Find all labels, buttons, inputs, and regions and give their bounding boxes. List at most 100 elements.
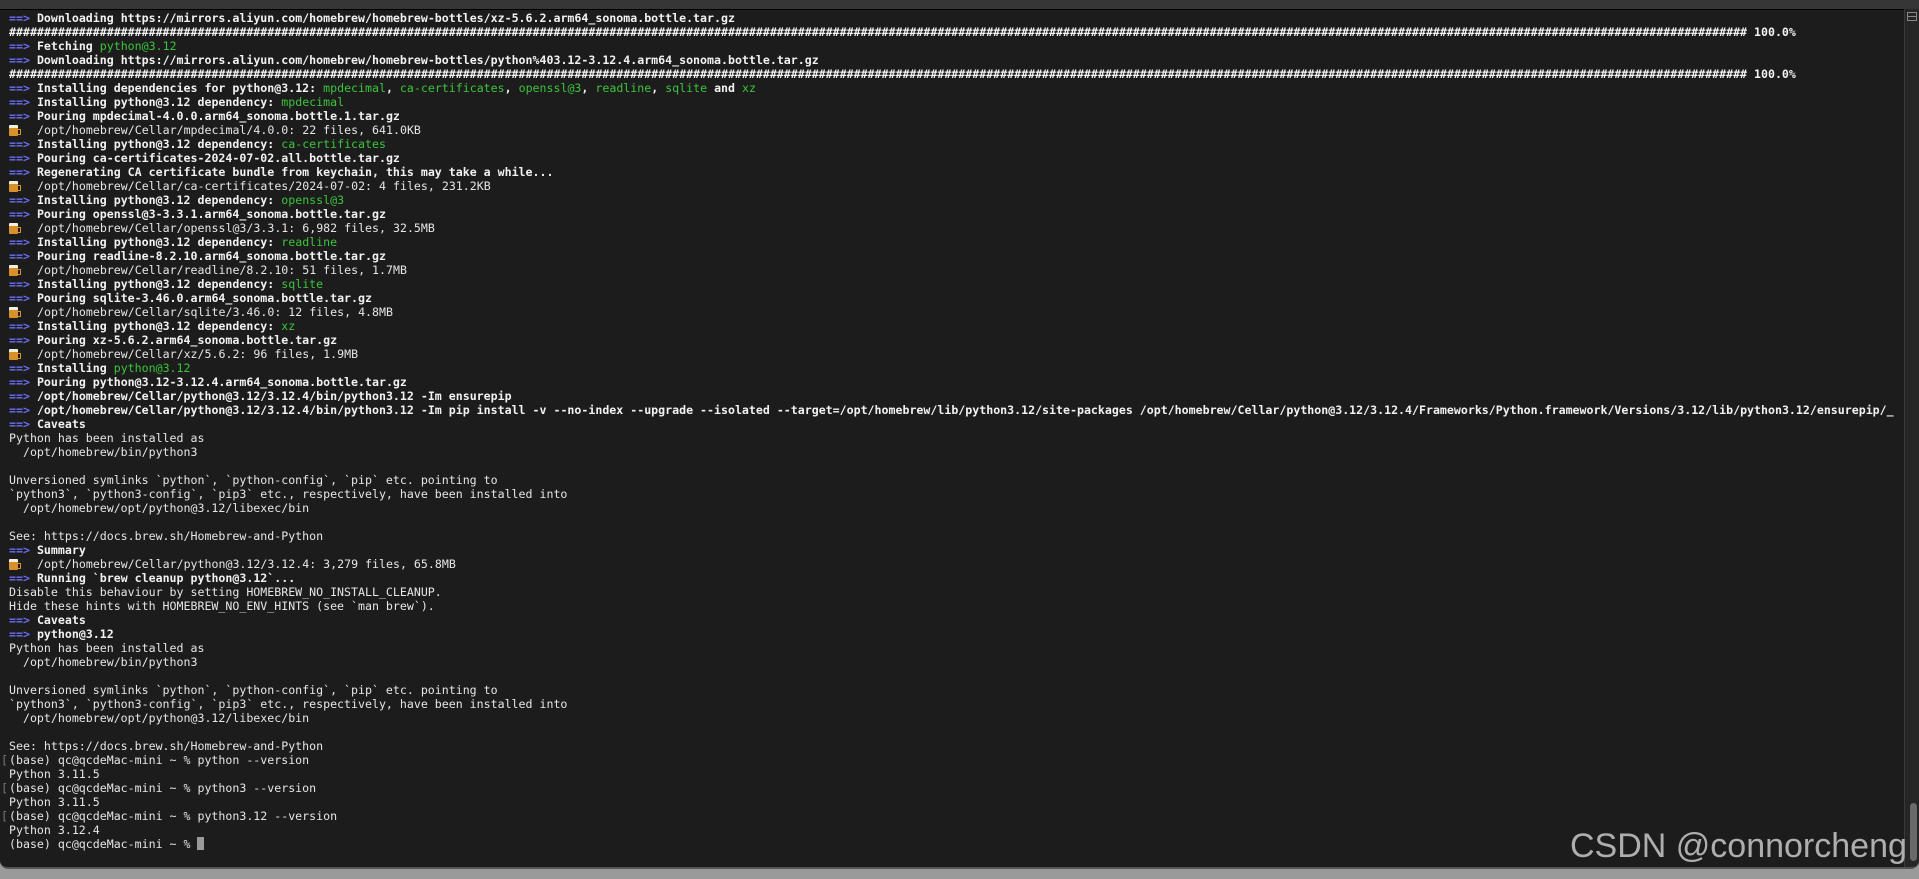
package-name: sqlite: [281, 277, 324, 291]
line-text: Pouring sqlite-3.46.0.arm64_sonoma.bottl…: [36, 291, 372, 305]
output-line: ==> Pouring sqlite-3.46.0.arm64_sonoma.b…: [9, 291, 1901, 305]
output-line: ==> Downloading https://mirrors.aliyun.c…: [9, 11, 1901, 25]
line-text: Installing python@3.12 dependency:: [36, 137, 282, 151]
package-name: xz: [281, 319, 296, 333]
output-line: /opt/homebrew/Cellar/readline/8.2.10: 51…: [9, 263, 1901, 277]
line-text: /opt/homebrew/Cellar/python@3.12/3.12.4/…: [36, 403, 1894, 417]
output-line: /opt/homebrew/Cellar/mpdecimal/4.0.0: 22…: [9, 123, 1901, 137]
output-line: ########################################…: [9, 67, 1901, 81]
split-pane-icon[interactable]: [1907, 12, 1917, 21]
line-text: Running `brew cleanup python@3.12`...: [36, 571, 296, 585]
line-text: Installing python@3.12 dependency:: [36, 193, 282, 207]
line-text: (base) qc@qcdeMac-mini ~ % python --vers…: [9, 753, 310, 767]
line-text: Unversioned symlinks `python`, `python-c…: [9, 473, 498, 487]
output-line: Python has been installed as: [9, 641, 1901, 655]
output-line: /opt/homebrew/Cellar/sqlite/3.46.0: 12 f…: [9, 305, 1901, 319]
line-text: Installing: [36, 361, 114, 375]
output-line: ==> Pouring readline-8.2.10.arm64_sonoma…: [9, 249, 1901, 263]
line-text: Installing python@3.12 dependency:: [36, 235, 282, 249]
beer-mug-icon: [9, 181, 21, 192]
line-text: Downloading https://mirrors.aliyun.com/h…: [36, 53, 819, 67]
arrow-marker: ==>: [9, 417, 30, 431]
output-line: Python 3.11.5: [9, 795, 1901, 809]
line-text: Python 3.11.5: [9, 795, 100, 809]
package-name: xz: [742, 81, 756, 95]
package-name: openssl@3: [518, 81, 582, 95]
output-line: `python3`, `python3-config`, `pip3` etc.…: [9, 487, 1901, 501]
package-name: sqlite: [665, 81, 708, 95]
output-line: ==> Caveats: [9, 613, 1901, 627]
line-text: Disable this behaviour by setting HOMEBR…: [9, 585, 442, 599]
line-text: Pouring readline-8.2.10.arm64_sonoma.bot…: [36, 249, 386, 263]
line-text: Installing python@3.12 dependency:: [36, 319, 282, 333]
arrow-marker: ==>: [9, 11, 30, 25]
output-line: ==> Installing python@3.12 dependency: m…: [9, 95, 1901, 109]
text-cursor[interactable]: [197, 837, 205, 850]
line-text: Installing dependencies for python@3.12:: [36, 81, 324, 95]
package-name: mpdecimal: [323, 81, 386, 95]
line-text: /opt/homebrew/opt/python@3.12/libexec/bi…: [9, 711, 310, 725]
arrow-marker: ==>: [9, 403, 30, 417]
line-text: Fetching: [36, 39, 100, 53]
line-text: ,: [581, 81, 596, 95]
arrow-marker: ==>: [9, 151, 30, 165]
output-line: /opt/homebrew/bin/python3: [9, 655, 1901, 669]
output-line: Unversioned symlinks `python`, `python-c…: [9, 473, 1901, 487]
beer-mug-icon: [9, 559, 21, 570]
output-line: ==> Pouring mpdecimal-4.0.0.arm64_sonoma…: [9, 109, 1901, 123]
arrow-marker: ==>: [9, 277, 30, 291]
line-text: Python 3.11.5: [9, 767, 100, 781]
arrow-marker: ==>: [9, 627, 30, 641]
prompt-line: [](base) qc@qcdeMac-mini ~ % python --ve…: [1, 753, 1913, 767]
package-name: mpdecimal: [281, 95, 345, 109]
arrow-marker: ==>: [9, 193, 30, 207]
mark-bracket-left: [: [1, 781, 8, 795]
line-text: /opt/homebrew/Cellar/sqlite/3.46.0: 12 f…: [37, 305, 393, 319]
line-text: (base) qc@qcdeMac-mini ~ % python3.12 --…: [9, 809, 338, 823]
output-line: ==> Fetching python@3.12: [9, 39, 1901, 53]
line-text: ,: [385, 81, 400, 95]
output-line: /opt/homebrew/bin/python3: [9, 445, 1901, 459]
line-text: /opt/homebrew/bin/python3: [9, 655, 198, 669]
output-line: ==> /opt/homebrew/Cellar/python@3.12/3.1…: [9, 389, 1901, 403]
line-text: ,: [651, 81, 666, 95]
line-text: Pouring python@3.12-3.12.4.arm64_sonoma.…: [36, 375, 407, 389]
beer-mug-icon: [9, 125, 21, 136]
output-line: /opt/homebrew/Cellar/openssl@3/3.3.1: 6,…: [9, 221, 1901, 235]
line-text: ########################################…: [9, 67, 1796, 81]
beer-mug-icon: [9, 265, 21, 276]
terminal-output[interactable]: ==> Downloading https://mirrors.aliyun.c…: [1, 11, 1913, 851]
output-line: ==> Regenerating CA certificate bundle f…: [9, 165, 1901, 179]
output-line: /opt/homebrew/Cellar/xz/5.6.2: 96 files,…: [9, 347, 1901, 361]
scrollbar-thumb[interactable]: [1910, 803, 1917, 861]
scrollbar[interactable]: [1904, 9, 1919, 867]
terminal-window: ==> Downloading https://mirrors.aliyun.c…: [0, 0, 1919, 869]
arrow-marker: ==>: [9, 165, 30, 179]
arrow-marker: ==>: [9, 291, 30, 305]
arrow-marker: ==>: [9, 613, 30, 627]
package-name: readline: [281, 235, 338, 249]
line-text: /opt/homebrew/Cellar/python@3.12/3.12.4:…: [37, 557, 456, 571]
line-text: /opt/homebrew/bin/python3: [9, 445, 198, 459]
arrow-marker: ==>: [9, 543, 30, 557]
output-line: ==> Summary: [9, 543, 1901, 557]
line-text: Pouring xz-5.6.2.arm64_sonoma.bottle.tar…: [36, 333, 338, 347]
line-text: (base) qc@qcdeMac-mini ~ % python3 --ver…: [9, 781, 317, 795]
line-text: Pouring openssl@3-3.3.1.arm64_sonoma.bot…: [36, 207, 386, 221]
output-line: Unversioned symlinks `python`, `python-c…: [9, 683, 1901, 697]
output-line: ==> Installing python@3.12 dependency: x…: [9, 319, 1901, 333]
arrow-marker: ==>: [9, 571, 30, 585]
line-text: Regenerating CA certificate bundle from …: [36, 165, 554, 179]
watermark: CSDN @connorcheng: [1570, 827, 1907, 865]
output-line: Disable this behaviour by setting HOMEBR…: [9, 585, 1901, 599]
line-text: /opt/homebrew/opt/python@3.12/libexec/bi…: [9, 501, 310, 515]
output-line: ==> Running `brew cleanup python@3.12`..…: [9, 571, 1901, 585]
title-bar: [0, 0, 1919, 10]
arrow-marker: ==>: [9, 235, 30, 249]
line-text: See: https://docs.brew.sh/Homebrew-and-P…: [9, 739, 324, 753]
line-text: Hide these hints with HOMEBREW_NO_ENV_HI…: [9, 599, 435, 613]
output-line: /opt/homebrew/opt/python@3.12/libexec/bi…: [9, 501, 1901, 515]
line-text: /opt/homebrew/Cellar/openssl@3/3.3.1: 6,…: [37, 221, 435, 235]
